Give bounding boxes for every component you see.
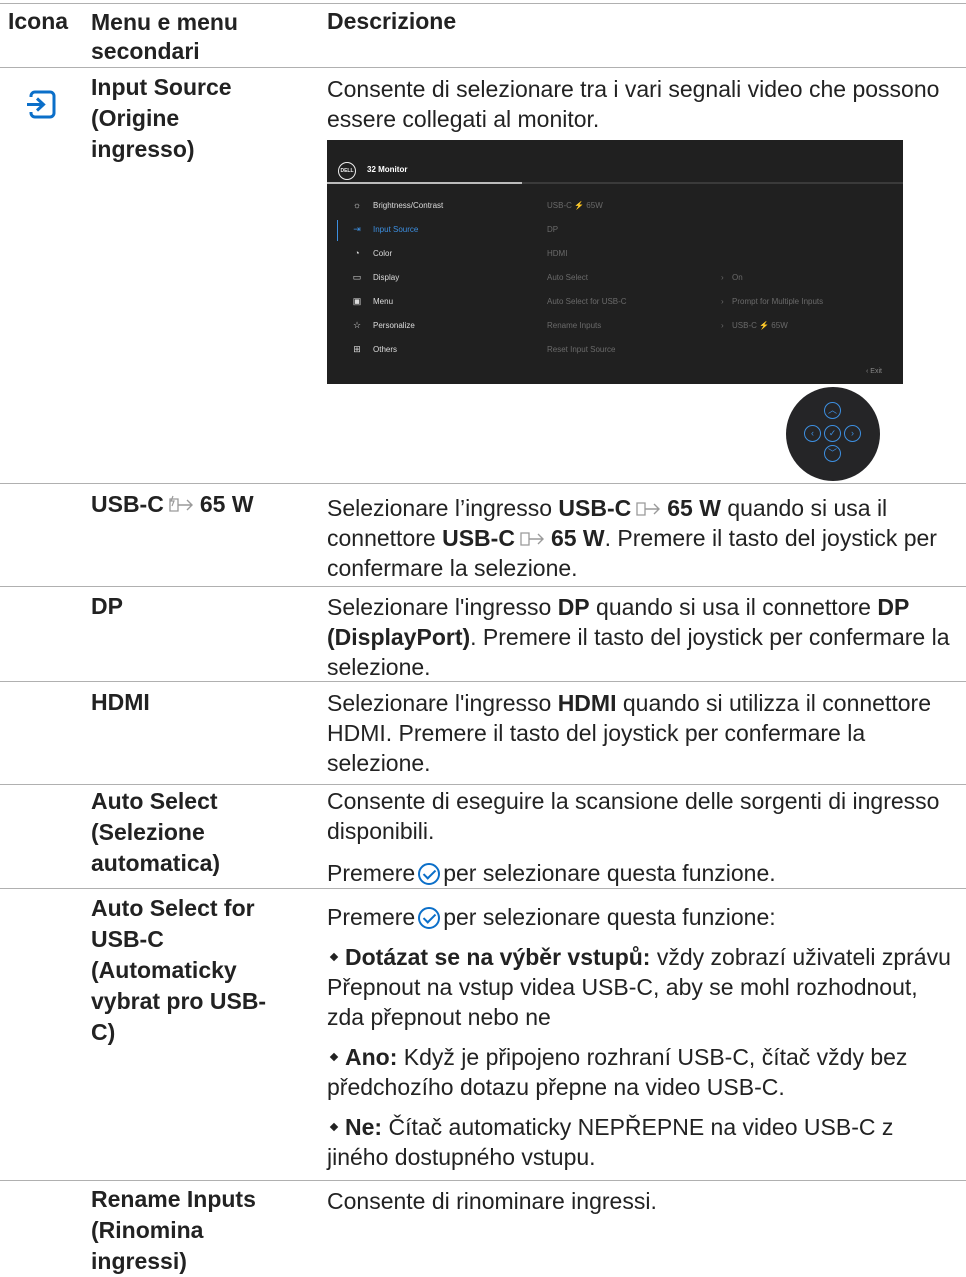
bullet-icon xyxy=(329,1052,339,1062)
desc-text: Selezionare l'ingresso xyxy=(327,690,558,716)
menu-usbc: USB-C 65 W xyxy=(91,489,321,520)
usb-power-icon xyxy=(169,495,193,512)
osd-menu-personalize[interactable]: Personalize xyxy=(373,321,415,330)
others-icon: ⊞ xyxy=(353,344,361,354)
osd-value-auto-select: On xyxy=(732,273,743,282)
desc-bold: Dotázat se na výběr vstupů: xyxy=(345,944,651,970)
osd-option-auto-usbc[interactable]: Auto Select for USB-C xyxy=(547,297,627,306)
desc-text: Selezionare l'ingresso xyxy=(327,594,558,620)
desc-bold: USB-C xyxy=(442,525,515,551)
desc-text: Čítač automaticky NEPŘEPNE na video USB-… xyxy=(327,1114,894,1170)
osd-option-hdmi[interactable]: HDMI xyxy=(547,249,567,258)
rule-auto xyxy=(0,784,966,785)
bullet-icon xyxy=(329,952,339,962)
desc-text: Premere xyxy=(327,904,416,930)
input-source-icon xyxy=(26,90,56,119)
rule-autousbc xyxy=(0,888,966,889)
desc-hdmi: Selezionare l'ingresso HDMI quando si ut… xyxy=(327,688,957,778)
desc-text: Premere xyxy=(327,860,416,886)
usb-power-icon xyxy=(520,532,544,546)
osd-menu-color[interactable]: Color xyxy=(373,249,392,258)
osd-option-reset[interactable]: Reset Input Source xyxy=(547,345,615,354)
rule-usbc xyxy=(0,483,966,484)
osd-selection-bar xyxy=(337,220,338,241)
menu-input-source: Input Source (Origine ingresso) xyxy=(91,74,232,162)
input-icon: ⇥ xyxy=(353,224,361,234)
check-circle-icon xyxy=(418,863,441,885)
desc-bold: HDMI xyxy=(557,690,617,716)
rule-top xyxy=(0,3,966,4)
osd-chevron-icon: › xyxy=(721,321,724,330)
desc-text: per selezionare questa funzione. xyxy=(443,860,776,886)
desc-usbc: Selezionare l’ingresso USB-C 65 W quando … xyxy=(327,493,957,583)
osd-value-auto-usbc: Prompt for Multiple Inputs xyxy=(732,297,824,306)
rule-dp xyxy=(0,586,966,587)
osd-option-rename[interactable]: Rename Inputs xyxy=(547,321,601,330)
desc-bold: Ne: xyxy=(345,1114,383,1140)
joystick-up-icon: ︿ xyxy=(824,402,841,419)
desc-bold: DP xyxy=(557,594,590,620)
osd-option-auto-select[interactable]: Auto Select xyxy=(547,273,588,282)
menu-usbc-power: 65 W xyxy=(199,491,254,517)
osd-chevron-icon: › xyxy=(721,273,724,282)
osd-exit[interactable]: ‹ Exit xyxy=(866,368,882,375)
desc-text: Selezionare l’ingresso xyxy=(327,495,559,521)
desc-bold: 65 W xyxy=(667,495,721,521)
joystick-icon: ︿ ‹ ✓ › ﹀ xyxy=(786,387,880,481)
menu-auto-usbc: Auto Select for USB-C (Automaticky vybra… xyxy=(91,895,267,1045)
menu-usbc-label: USB-C xyxy=(91,491,164,517)
osd-chevron-icon: › xyxy=(721,297,724,306)
desc-bold: Ano: xyxy=(345,1044,398,1070)
joystick-right-icon: › xyxy=(844,425,861,442)
rule-header xyxy=(0,67,966,68)
osd-value-rename: USB-C ⚡ 65W xyxy=(732,321,788,330)
osd-menu-menu[interactable]: Menu xyxy=(373,297,393,306)
rule-rename xyxy=(0,1180,966,1181)
desc-rename: Consente di rinominare ingressi. xyxy=(327,1188,657,1214)
osd-menu-others[interactable]: Others xyxy=(373,345,397,354)
desc-text: Consente di eseguire la scansione delle … xyxy=(327,788,940,844)
osd-title: 32 Monitor xyxy=(367,165,408,174)
osd-exit-label: Exit xyxy=(870,368,882,375)
color-icon: ◔ xyxy=(354,248,360,258)
header-icon: Icona xyxy=(8,8,69,34)
menu-rename: Rename Inputs (Rinomina ingressi) xyxy=(91,1186,256,1274)
menu-hdmi: HDMI xyxy=(91,689,150,715)
osd-tab-indicator xyxy=(327,182,522,184)
header-description: Descrizione xyxy=(327,8,457,34)
menu-dp: DP xyxy=(91,593,123,619)
osd-screenshot: DELL 32 Monitor ☼ ⇥ ◔ ▭ ▣ ☆ ⊞ Brightness… xyxy=(327,140,903,384)
brightness-icon: ☼ xyxy=(352,200,362,210)
desc-text: per selezionare questa funzione: xyxy=(443,904,776,930)
desc-text: quando si usa il connettore xyxy=(589,594,878,620)
desc-auto-select: Consente di eseguire la scansione delle … xyxy=(327,786,957,888)
menu-auto-select: Auto Select (Selezione automatica) xyxy=(91,788,221,876)
osd-menu-display[interactable]: Display xyxy=(373,273,399,282)
osd-option-usbc[interactable]: USB-C ⚡ 65W xyxy=(547,201,603,210)
header-menu: Menu e menu secondari xyxy=(91,9,238,64)
dell-logo: DELL xyxy=(338,162,356,180)
desc-bold: USB-C xyxy=(558,495,632,521)
display-icon: ▭ xyxy=(352,272,362,282)
usb-power-icon xyxy=(636,502,661,516)
osd-menu-brightness[interactable]: Brightness/Contrast xyxy=(373,201,443,210)
joystick-left-icon: ‹ xyxy=(804,425,821,442)
desc-input-source: Consente di selezionare tra i vari segna… xyxy=(327,76,940,132)
desc-text: Když je připojeno rozhraní USB-C, čítač … xyxy=(327,1044,908,1100)
desc-bold: 65 W xyxy=(550,525,605,551)
osd-option-dp[interactable]: DP xyxy=(547,225,558,234)
joystick-down-icon: ﹀ xyxy=(824,445,841,462)
bullet-icon xyxy=(329,1122,339,1132)
star-icon: ☆ xyxy=(352,320,362,330)
desc-dp: Selezionare l'ingresso DP quando si usa … xyxy=(327,592,957,682)
menu-icon: ▣ xyxy=(352,296,362,306)
check-circle-icon xyxy=(418,907,441,929)
osd-menu-input-source[interactable]: Input Source xyxy=(373,225,418,234)
desc-auto-usbc: Premere per selezionare questa funzione: … xyxy=(327,902,957,1172)
joystick-ok-icon: ✓ xyxy=(824,425,841,442)
